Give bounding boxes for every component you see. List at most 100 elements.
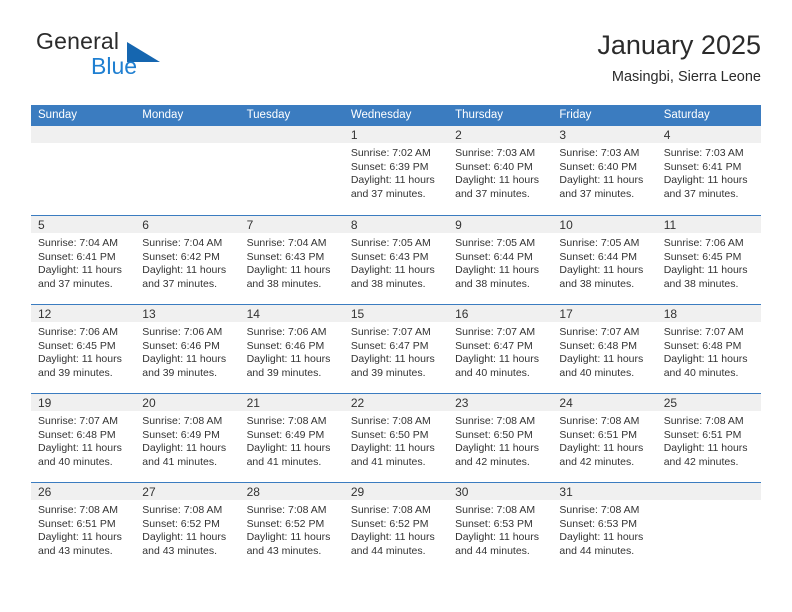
calendar-day-cell[interactable]: 7 Sunrise: 7:04 AM Sunset: 6:43 PM Daylight…: [239, 216, 344, 304]
calendar-day-cell[interactable]: 27 Sunrise: 7:08 AM Sunset: 6:52 PM Dayligh…: [135, 483, 240, 571]
sunrise-text: Sunrise: 7:08 AM: [559, 504, 640, 516]
daylight-text-line1: Daylight: 11 hours: [246, 353, 331, 366]
calendar-day-cell[interactable]: 9 Sunrise: 7:05 AM Sunset: 6:44 PM Daylight…: [448, 216, 553, 304]
calendar-day-cell[interactable]: 11 Sunrise: 7:06 AM Sunset: 6:45 PM Dayligh…: [656, 216, 761, 304]
calendar-day-cell[interactable]: 10 Sunrise: 7:05 AM Sunset: 6:44 PM Dayligh…: [552, 216, 657, 304]
day-number-band: 12: [31, 305, 136, 322]
sunset-text: Sunset: 6:50 PM: [350, 428, 429, 441]
weekday-header-friday: Friday: [559, 109, 592, 121]
daylight-text-line2: and 38 minutes.: [663, 278, 739, 291]
calendar-day-cell[interactable]: 6 Sunrise: 7:04 AM Sunset: 6:42 PM Daylight…: [135, 216, 240, 304]
day-number: 23: [455, 396, 469, 410]
sunset-text: Sunset: 6:49 PM: [246, 428, 325, 441]
title-block: January 2025 Masingbi, Sierra Leone: [597, 28, 761, 88]
calendar-day-cell[interactable]: 28 Sunrise: 7:08 AM Sunset: 6:52 PM Dayligh…: [239, 483, 344, 571]
daylight-text-line1: Daylight: 11 hours: [663, 264, 748, 277]
sunset-text: Sunset: 6:51 PM: [38, 517, 116, 530]
calendar-day-cell[interactable]: 1 Sunrise: 7:02 AM Sunset: 6:39 PM Daylight…: [343, 126, 449, 215]
day-details: Sunrise: 7:06 AM Sunset: 6:45 PM Daylight:…: [657, 233, 761, 292]
daylight-text-line2: and 37 minutes.: [38, 278, 113, 291]
daylight-text-line2: and 38 minutes.: [246, 278, 322, 291]
daylight-text-line2: and 42 minutes.: [455, 456, 530, 469]
calendar-day-cell[interactable]: 2 Sunrise: 7:03 AM Sunset: 6:40 PM Daylight…: [448, 126, 553, 215]
calendar-day-cell[interactable]: 16 Sunrise: 7:07 AM Sunset: 6:47 PM Dayligh…: [448, 305, 553, 393]
daylight-text-line1: Daylight: 11 hours: [142, 264, 227, 277]
daylight-text-line2: and 40 minutes.: [663, 367, 739, 380]
daylight-text-line2: and 39 minutes.: [38, 367, 113, 380]
day-number-band: 3: [552, 126, 657, 143]
daylight-text-line2: and 39 minutes.: [142, 367, 217, 380]
calendar-day-cell[interactable]: 13 Sunrise: 7:06 AM Sunset: 6:46 PM Dayligh…: [135, 305, 240, 393]
day-number: 16: [455, 307, 469, 321]
calendar-day-cell[interactable]: 8 Sunrise: 7:05 AM Sunset: 6:43 PM Daylight…: [343, 216, 449, 304]
daylight-text-line2: and 38 minutes.: [455, 278, 530, 291]
calendar-day-cell[interactable]: 26 Sunrise: 7:08 AM Sunset: 6:51 PM Dayligh…: [31, 483, 136, 571]
sunrise-text: Sunrise: 7:06 AM: [38, 326, 118, 338]
day-number-band: 26: [31, 483, 136, 500]
day-details: Sunrise: 7:04 AM Sunset: 6:41 PM Daylight:…: [31, 233, 135, 292]
calendar-day-cell[interactable]: 24 Sunrise: 7:08 AM Sunset: 6:51 PM Dayligh…: [552, 394, 657, 482]
sunrise-text: Sunrise: 7:02 AM: [350, 147, 431, 159]
day-number: 15: [350, 307, 365, 321]
calendar-day-cell[interactable]: 5 Sunrise: 7:04 AM Sunset: 6:41 PM Daylight…: [31, 216, 136, 304]
day-details: Sunrise: 7:08 AM Sunset: 6:51 PM Daylight:…: [657, 411, 761, 470]
calendar-day-cell[interactable]: 12 Sunrise: 7:06 AM Sunset: 6:45 PM Dayligh…: [31, 305, 136, 393]
brand-logo[interactable]: General Blue: [31, 28, 261, 90]
calendar-day-cell[interactable]: 3 Sunrise: 7:03 AM Sunset: 6:40 PM Daylight…: [552, 126, 657, 215]
day-number-band: [656, 483, 761, 500]
sunrise-text: Sunrise: 7:05 AM: [455, 237, 536, 249]
sunset-text: Sunset: 6:51 PM: [663, 428, 742, 441]
daylight-text-line2: and 39 minutes.: [246, 367, 322, 380]
day-details: Sunrise: 7:08 AM Sunset: 6:51 PM Daylight:…: [31, 500, 135, 559]
sunrise-text: Sunrise: 7:04 AM: [142, 237, 223, 249]
calendar-day-cell[interactable]: 19 Sunrise: 7:07 AM Sunset: 6:48 PM Dayligh…: [31, 394, 136, 482]
day-details: Sunrise: 7:08 AM Sunset: 6:49 PM Daylight:…: [135, 411, 239, 470]
day-details: Sunrise: 7:08 AM Sunset: 6:53 PM Daylight:…: [448, 500, 552, 559]
daylight-text-line2: and 41 minutes.: [142, 456, 217, 469]
calendar-day-cell[interactable]: 18 Sunrise: 7:07 AM Sunset: 6:48 PM Dayligh…: [656, 305, 761, 393]
calendar-day-cell[interactable]: 30 Sunrise: 7:08 AM Sunset: 6:53 PM Dayligh…: [448, 483, 553, 571]
day-details: [240, 143, 344, 147]
daylight-text-line1: Daylight: 11 hours: [350, 353, 435, 366]
daylight-text-line2: and 40 minutes.: [455, 367, 530, 380]
sunrise-text: Sunrise: 7:06 AM: [663, 237, 744, 249]
daylight-text-line1: Daylight: 11 hours: [38, 264, 122, 277]
calendar-day-cell[interactable]: 14 Sunrise: 7:06 AM Sunset: 6:46 PM Dayligh…: [239, 305, 344, 393]
day-number-band: 9: [448, 216, 553, 233]
calendar-day-cell[interactable]: 22 Sunrise: 7:08 AM Sunset: 6:50 PM Dayligh…: [343, 394, 449, 482]
calendar-week-row: 1 Sunrise: 7:02 AM Sunset: 6:39 PM Daylight…: [31, 126, 761, 215]
weekday-header-saturday: Saturday: [663, 109, 710, 121]
location-subtitle: Masingbi, Sierra Leone: [611, 69, 761, 85]
calendar-day-cell[interactable]: 4 Sunrise: 7:03 AM Sunset: 6:41 PM Daylight…: [656, 126, 761, 215]
sunset-text: Sunset: 6:48 PM: [559, 339, 638, 352]
sunset-text: Sunset: 6:41 PM: [38, 250, 116, 263]
sunset-text: Sunset: 6:44 PM: [559, 250, 638, 263]
calendar-week-row: 26 Sunrise: 7:08 AM Sunset: 6:51 PM Dayligh…: [31, 482, 761, 571]
day-number-band: 20: [135, 394, 240, 411]
calendar-day-cell[interactable]: 20 Sunrise: 7:08 AM Sunset: 6:49 PM Dayligh…: [135, 394, 240, 482]
calendar-day-cell[interactable]: 17 Sunrise: 7:07 AM Sunset: 6:48 PM Dayligh…: [552, 305, 657, 393]
sunrise-text: Sunrise: 7:05 AM: [559, 237, 640, 249]
sunset-text: Sunset: 6:43 PM: [246, 250, 325, 263]
day-number: 9: [455, 218, 462, 232]
calendar-day-cell[interactable]: 29 Sunrise: 7:08 AM Sunset: 6:52 PM Dayligh…: [343, 483, 449, 571]
daylight-text-line1: Daylight: 11 hours: [559, 174, 644, 187]
day-details: Sunrise: 7:06 AM Sunset: 6:46 PM Daylight:…: [135, 322, 239, 381]
day-details: Sunrise: 7:08 AM Sunset: 6:49 PM Daylight:…: [240, 411, 344, 470]
calendar-day-cell[interactable]: 31 Sunrise: 7:08 AM Sunset: 6:53 PM Dayligh…: [552, 483, 657, 571]
daylight-text-line1: Daylight: 11 hours: [663, 442, 748, 455]
calendar-day-cell[interactable]: 25 Sunrise: 7:08 AM Sunset: 6:51 PM Dayligh…: [656, 394, 761, 482]
daylight-text-line1: Daylight: 11 hours: [38, 353, 122, 366]
sunset-text: Sunset: 6:47 PM: [350, 339, 429, 352]
day-number: 14: [246, 307, 260, 321]
day-number-band: 18: [656, 305, 761, 322]
calendar-day-cell[interactable]: 15 Sunrise: 7:07 AM Sunset: 6:47 PM Dayligh…: [343, 305, 449, 393]
sunrise-text: Sunrise: 7:08 AM: [455, 504, 536, 516]
daylight-text-line1: Daylight: 11 hours: [246, 264, 331, 277]
day-number: 24: [559, 396, 573, 410]
daylight-text-line1: Daylight: 11 hours: [350, 531, 435, 544]
day-details: Sunrise: 7:05 AM Sunset: 6:43 PM Daylight:…: [344, 233, 448, 292]
calendar-day-cell[interactable]: 23 Sunrise: 7:08 AM Sunset: 6:50 PM Dayligh…: [448, 394, 553, 482]
calendar-day-cell[interactable]: 21 Sunrise: 7:08 AM Sunset: 6:49 PM Dayligh…: [239, 394, 344, 482]
day-number-band: 11: [656, 216, 761, 233]
